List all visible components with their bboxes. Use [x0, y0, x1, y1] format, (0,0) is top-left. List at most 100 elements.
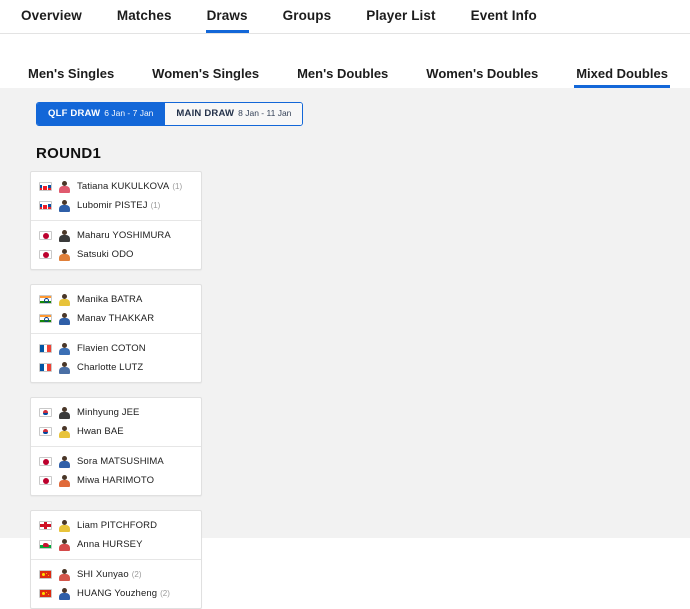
player-avatar-icon — [58, 229, 71, 242]
player-avatar-icon — [58, 519, 71, 532]
category-tab-label: Men's Singles — [28, 66, 115, 81]
draw-stage-button-qualification[interactable]: QLF DRAW 6 Jan - 7 Jan — [37, 103, 165, 125]
player-name: Manika BATRA — [77, 294, 143, 305]
player-row[interactable]: Lubomir PISTEJ (1) — [31, 196, 201, 215]
player-avatar-icon — [58, 538, 71, 551]
flag-icon-ind — [39, 314, 52, 323]
nav-tab-matches[interactable]: Matches — [104, 0, 185, 33]
match-card[interactable]: Tatiana KUKULKOVA (1) Lubomir PISTEJ (1) Mah… — [30, 171, 202, 270]
player-name: Flavien COTON — [77, 343, 146, 354]
category-tab-label: Women's Doubles — [426, 66, 539, 81]
active-tab-underline — [20, 30, 83, 33]
player-row[interactable]: Manika BATRA — [31, 290, 201, 309]
flag-icon-svk — [39, 182, 52, 191]
player-row[interactable]: Satsuki ODO — [31, 245, 201, 264]
team-entry[interactable]: Maharu YOSHIMURA Satsuki ODO — [31, 220, 201, 269]
match-card[interactable]: Minhyung JEE Hwan BAE Sora MATSUSHIMA Miwa … — [30, 397, 202, 496]
player-name: Manav THAKKAR — [77, 313, 155, 324]
nav-tab-player-list[interactable]: Player List — [353, 0, 448, 33]
player-row[interactable]: Tatiana KUKULKOVA (1) — [31, 177, 201, 196]
nav-tab-draws[interactable]: Draws — [194, 0, 261, 33]
player-row[interactable]: HUANG Youzheng (2) — [31, 584, 201, 603]
team-entry[interactable]: SHI Xunyao (2) HUANG Youzheng (2) — [31, 559, 201, 608]
player-name: SHI Xunyao — [77, 569, 129, 580]
player-name: Minhyung JEE — [77, 407, 140, 418]
draw-stage-button-main[interactable]: MAIN DRAW 8 Jan - 11 Jan — [165, 103, 303, 125]
flag-icon-chn — [39, 570, 52, 579]
player-row[interactable]: Manav THAKKAR — [31, 309, 201, 328]
player-row[interactable]: Miwa HARIMOTO — [31, 471, 201, 490]
flag-icon-wal — [39, 540, 52, 549]
nav-tab-label: Matches — [116, 8, 172, 23]
team-entry[interactable]: Tatiana KUKULKOVA (1) Lubomir PISTEJ (1) — [31, 172, 201, 220]
player-row[interactable]: Minhyung JEE — [31, 403, 201, 422]
draws-page: Overview Matches Draws Groups Player List Eve… — [0, 0, 690, 609]
nav-tab-event-info[interactable]: Event Info — [458, 0, 550, 33]
match-card[interactable]: Liam PITCHFORD Anna HURSEY SHI Xunyao (2) HU… — [30, 510, 202, 609]
player-avatar-icon — [58, 293, 71, 306]
category-tab-mixed-doubles[interactable]: Mixed Doubles — [564, 53, 680, 88]
nav-tab-label: Event Info — [470, 8, 537, 23]
category-tab-women-s-singles[interactable]: Women's Singles — [140, 53, 271, 88]
flag-icon-kor — [39, 427, 52, 436]
category-tab-men-s-singles[interactable]: Men's Singles — [16, 53, 126, 88]
player-name: Lubomir PISTEJ — [77, 200, 148, 211]
category-tab-label: Mixed Doubles — [576, 66, 668, 81]
active-tab-underline — [365, 30, 436, 33]
team-entry[interactable]: Manika BATRA Manav THAKKAR — [31, 285, 201, 333]
player-seed: (1) — [172, 182, 183, 191]
player-row[interactable]: Hwan BAE — [31, 422, 201, 441]
player-name: Hwan BAE — [77, 426, 124, 437]
category-tab-men-s-doubles[interactable]: Men's Doubles — [285, 53, 400, 88]
active-tab-underline — [116, 30, 173, 33]
player-name: Maharu YOSHIMURA — [77, 230, 171, 241]
player-row[interactable]: Maharu YOSHIMURA — [31, 226, 201, 245]
flag-icon-chn — [39, 589, 52, 598]
team-entry[interactable]: Liam PITCHFORD Anna HURSEY — [31, 511, 201, 559]
flag-icon-kor — [39, 408, 52, 417]
player-name: Satsuki ODO — [77, 249, 134, 260]
nav-tab-overview[interactable]: Overview — [8, 0, 95, 33]
primary-navigation: Overview Matches Draws Groups Player List Eve… — [0, 0, 690, 34]
flag-icon-eng — [39, 521, 52, 530]
nav-tab-groups[interactable]: Groups — [270, 0, 345, 33]
team-entry[interactable]: Sora MATSUSHIMA Miwa HARIMOTO — [31, 446, 201, 495]
player-avatar-icon — [58, 180, 71, 193]
player-avatar-icon — [58, 568, 71, 581]
active-tab-underline — [470, 30, 538, 33]
team-entry[interactable]: Flavien COTON Charlotte LUTZ — [31, 333, 201, 382]
active-tab-underline — [205, 30, 249, 33]
nav-tab-label: Player List — [366, 8, 436, 23]
draw-stage-toggle: QLF DRAW 6 Jan - 7 Jan MAIN DRAW 8 Jan - 11… — [36, 102, 304, 126]
flag-icon-ind — [39, 295, 52, 304]
player-avatar-icon — [58, 248, 71, 261]
player-avatar-icon — [58, 361, 71, 374]
player-name: Miwa HARIMOTO — [77, 475, 155, 486]
player-avatar-icon — [58, 406, 71, 419]
flag-icon-fra — [39, 363, 52, 372]
draw-stage-dates: 6 Jan - 7 Jan — [104, 108, 154, 118]
player-avatar-icon — [58, 455, 71, 468]
team-entry[interactable]: Minhyung JEE Hwan BAE — [31, 398, 201, 446]
player-row[interactable]: Charlotte LUTZ — [31, 358, 201, 377]
player-seed: (1) — [150, 201, 161, 210]
flag-icon-svk — [39, 201, 52, 210]
player-avatar-icon — [58, 342, 71, 355]
active-tab-underline — [282, 30, 333, 33]
player-row[interactable]: SHI Xunyao (2) — [31, 565, 201, 584]
player-avatar-icon — [58, 474, 71, 487]
category-tab-label: Women's Singles — [152, 66, 260, 81]
player-row[interactable]: Sora MATSUSHIMA — [31, 452, 201, 471]
draw-stage-label: QLF DRAW — [48, 108, 101, 119]
nav-tab-label: Overview — [21, 8, 82, 23]
match-list: Tatiana KUKULKOVA (1) Lubomir PISTEJ (1) Mah… — [30, 171, 690, 609]
player-name: Liam PITCHFORD — [77, 520, 158, 531]
flag-icon-jpn — [39, 476, 52, 485]
flag-icon-jpn — [39, 250, 52, 259]
player-row[interactable]: Flavien COTON — [31, 339, 201, 358]
match-card[interactable]: Manika BATRA Manav THAKKAR Flavien COTON Ch… — [30, 284, 202, 383]
category-tab-women-s-doubles[interactable]: Women's Doubles — [414, 53, 550, 88]
event-category-tabs: Men's Singles Women's Singles Men's Double… — [0, 53, 690, 89]
player-row[interactable]: Liam PITCHFORD — [31, 516, 201, 535]
player-name: Tatiana KUKULKOVA — [77, 181, 170, 192]
